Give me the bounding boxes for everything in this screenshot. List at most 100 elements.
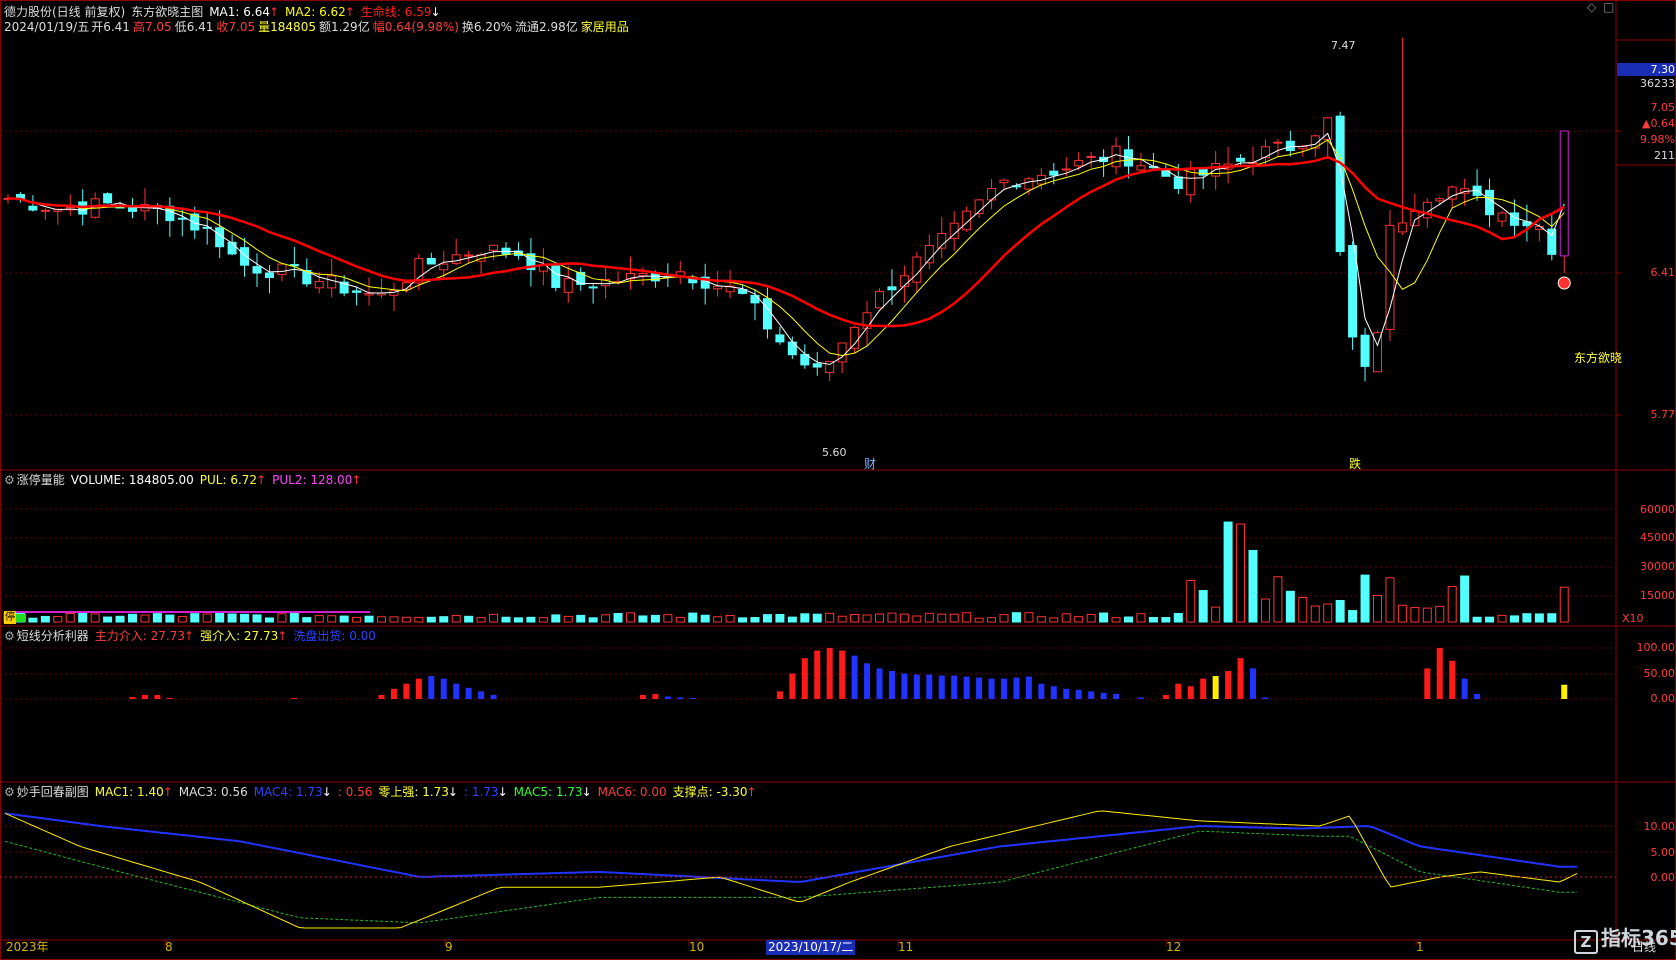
candle-body xyxy=(1360,334,1370,367)
volume-bar xyxy=(1099,612,1109,623)
signal-bar xyxy=(1075,689,1082,699)
signal-bar xyxy=(378,694,385,699)
volume-value: VOLUME: 184805.00 xyxy=(70,473,194,487)
signal-bar xyxy=(1561,684,1568,699)
volume-bar xyxy=(377,616,386,623)
vol-tick-15000: 15000 xyxy=(1640,589,1675,602)
quote-change: 幅0.64(9.98%) xyxy=(372,20,459,34)
volume-bar xyxy=(1323,603,1333,623)
volume-bar xyxy=(426,616,436,623)
signal-bar xyxy=(988,678,995,699)
quote-amount: 额1.29亿 xyxy=(318,20,370,34)
volume-bar xyxy=(1298,596,1308,623)
volume-bar xyxy=(875,613,884,623)
diamond-icon[interactable]: ◇ xyxy=(1587,0,1596,14)
candle-body xyxy=(1136,165,1146,171)
panel-icon[interactable]: ⚙ xyxy=(4,473,15,487)
signal-bar xyxy=(478,691,485,699)
volume-bar xyxy=(327,615,337,623)
volume-bar xyxy=(563,615,573,623)
watermark-logo: Z 指标365 xyxy=(1574,922,1676,954)
volume-bar xyxy=(78,612,88,623)
signal-bar xyxy=(1250,668,1256,699)
volume-bar xyxy=(899,613,909,623)
panel-icon[interactable]: ⚙ xyxy=(4,629,15,643)
volume-bar xyxy=(924,612,934,623)
volume-bar xyxy=(128,613,137,623)
up-arrow-icon: ↑ xyxy=(277,629,288,643)
lifeline xyxy=(7,155,1565,328)
candle-body xyxy=(1049,170,1059,176)
volume-bar xyxy=(663,614,673,623)
volume-bar xyxy=(601,614,611,623)
candle-body xyxy=(352,290,362,293)
signal-bar xyxy=(1225,670,1232,699)
quote-float: 流通2.98亿 xyxy=(515,20,578,34)
signal-bar xyxy=(1013,677,1020,699)
volume-bar xyxy=(240,613,250,623)
volume-bar xyxy=(526,616,536,623)
candle-body xyxy=(713,285,723,290)
panel-icon[interactable]: ⚙ xyxy=(4,785,15,799)
short-tick-50: 50.00 xyxy=(1643,667,1676,680)
volume-bar xyxy=(638,615,648,623)
volume-bar xyxy=(912,615,922,623)
volume-bar xyxy=(1074,616,1084,623)
volume-bar xyxy=(613,612,623,623)
volume-bar xyxy=(725,615,735,623)
window-icon[interactable]: □ xyxy=(1603,0,1614,14)
quote-low: 低6.41 xyxy=(174,20,214,34)
indicator-name[interactable]: 东方欲晓主图 xyxy=(131,5,203,19)
signal-bar xyxy=(415,678,422,699)
volume-bar xyxy=(215,613,225,623)
volume-bar xyxy=(40,615,50,623)
volume-bar xyxy=(65,613,75,623)
volume-bar xyxy=(987,617,997,623)
signal-bar xyxy=(1200,678,1207,699)
volume-bar xyxy=(1024,612,1034,623)
mac-tick-5: 5.00 xyxy=(1650,846,1676,859)
volume-bar xyxy=(264,617,274,623)
axis-tick-5.77: 5.77 xyxy=(1650,408,1676,421)
candle-body xyxy=(177,217,187,220)
stock-name[interactable]: 德力股份(日线 前复权) xyxy=(4,5,125,19)
x-label-oct: 10 xyxy=(689,940,705,954)
signal-bar xyxy=(1088,691,1095,699)
signal-bar xyxy=(291,697,298,699)
volume-bar xyxy=(1497,614,1507,623)
volume-bar xyxy=(688,612,698,623)
signal-bar xyxy=(1212,676,1219,699)
mac-173-value: : 1.73 xyxy=(463,785,499,799)
volume-panel-title[interactable]: 涨停量能 xyxy=(17,473,65,487)
signal-bar xyxy=(1001,678,1007,699)
candle-body xyxy=(40,209,50,212)
candle-body xyxy=(1485,189,1495,216)
watermark-text: 指标365 xyxy=(1601,926,1676,950)
drop-marker[interactable]: 跌 xyxy=(1349,456,1361,472)
volume-bar xyxy=(1136,613,1146,623)
signal-bar xyxy=(938,675,945,699)
volume-bar xyxy=(28,617,38,623)
finance-marker[interactable]: 财 xyxy=(864,456,876,472)
volume-bar xyxy=(962,612,972,623)
volume-bar xyxy=(1124,616,1133,623)
up-arrow-icon: ↑ xyxy=(256,473,267,487)
down-arrow-icon: ↓ xyxy=(581,785,592,799)
candle-body xyxy=(1435,198,1445,202)
candle-body xyxy=(1236,157,1246,162)
candle-body xyxy=(28,205,38,211)
candle-body xyxy=(1509,212,1519,226)
volume-bar xyxy=(1086,613,1096,623)
limit-up-badge: 停 xyxy=(4,611,16,624)
ma1-value: MA1: 6.64 xyxy=(209,5,270,19)
volume-bar xyxy=(439,616,449,623)
axis-change: ▲0.64 xyxy=(1642,117,1675,130)
candle-body xyxy=(1559,130,1569,257)
volume-bar xyxy=(850,614,860,623)
volume-bar xyxy=(1248,549,1258,623)
side-signal-label: 东方欲晓 xyxy=(1574,351,1623,365)
mac-panel-title[interactable]: 妙手回春副图 xyxy=(17,785,89,799)
short-panel-title[interactable]: 短线分析利器 xyxy=(17,629,89,643)
quote-sector[interactable]: 家居用品 xyxy=(581,20,629,34)
volume-bar xyxy=(887,612,897,623)
